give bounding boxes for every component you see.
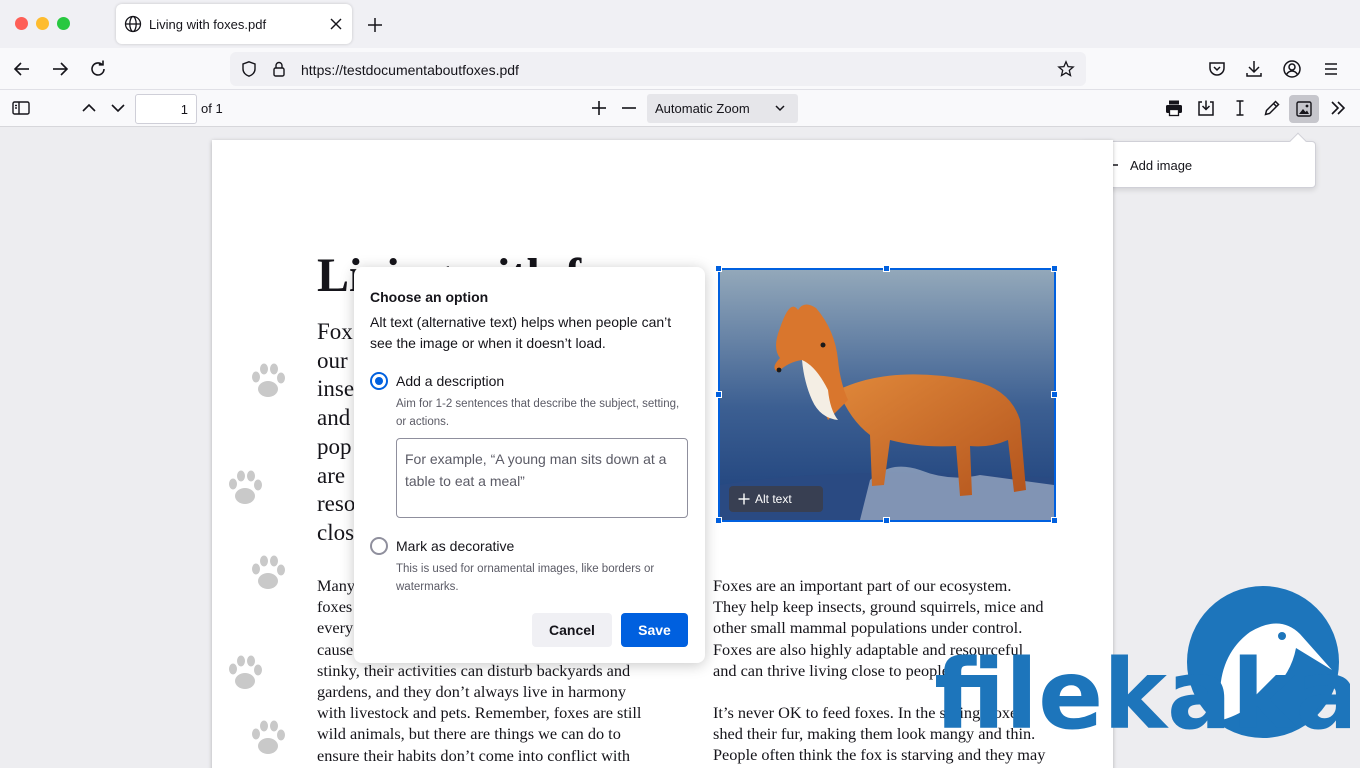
zoom-in-icon[interactable] (589, 98, 609, 118)
resize-handle[interactable] (1051, 265, 1058, 272)
resize-handle[interactable] (1051, 517, 1058, 524)
add-description-radio[interactable] (370, 372, 388, 390)
page-count: of 1 (201, 101, 223, 116)
resize-handle[interactable] (715, 265, 722, 272)
text-line: gardens, and they don’t always live in h… (317, 682, 626, 702)
alt-text-textarea[interactable]: For example, “A young man sits down at a… (396, 438, 688, 518)
image-icon (1296, 101, 1312, 117)
paw-print-icon (252, 720, 285, 754)
pocket-icon[interactable] (1205, 57, 1229, 81)
selected-image-frame[interactable]: Alt text (715, 265, 1058, 524)
add-description-label[interactable]: Add a description (396, 373, 504, 389)
resize-handle[interactable] (715, 517, 722, 524)
back-icon[interactable] (10, 57, 34, 81)
fox-image (720, 270, 1054, 520)
url-text[interactable]: https://testdocumentaboutfoxes.pdf (301, 62, 519, 78)
tab-strip: Living with foxes.pdf (0, 0, 1360, 48)
text-line: with livestock and pets. Remember, foxes… (317, 703, 642, 723)
add-image-label: Add image (1130, 158, 1193, 173)
lock-icon[interactable] (270, 60, 288, 78)
close-icon[interactable] (326, 14, 346, 34)
filekaka-watermark-logo: filekaka (934, 586, 1350, 751)
print-icon[interactable] (1164, 98, 1184, 118)
menu-icon[interactable] (1319, 57, 1343, 81)
forward-icon[interactable] (48, 57, 72, 81)
next-page-icon[interactable] (108, 98, 128, 118)
dialog-description: Alt text (alternative text) helps when p… (370, 314, 672, 351)
window-zoom-button[interactable] (57, 17, 70, 30)
new-tab-icon[interactable] (364, 14, 386, 36)
reload-icon[interactable] (86, 57, 110, 81)
downloads-icon[interactable] (1242, 57, 1266, 81)
resize-handle[interactable] (715, 391, 722, 398)
add-description-hint: Aim for 1-2 sentences that describe the … (396, 398, 680, 428)
cancel-button[interactable]: Cancel (532, 613, 612, 647)
save-download-icon[interactable] (1196, 98, 1216, 118)
chevron-down-icon (775, 105, 785, 112)
account-icon[interactable] (1280, 57, 1304, 81)
pdf-toolbar: 1 of 1 Automatic Zoom (0, 90, 1360, 127)
resize-handle[interactable] (883, 517, 890, 524)
text-cursor-icon[interactable] (1230, 98, 1250, 118)
window-close-button[interactable] (15, 17, 28, 30)
add-image-tool-button[interactable] (1289, 95, 1319, 123)
navigation-bar: https://testdocumentaboutfoxes.pdf (0, 48, 1360, 90)
tab-living-with-foxes[interactable]: Living with foxes.pdf (116, 4, 352, 44)
resize-handle[interactable] (883, 265, 890, 272)
window-minimize-button[interactable] (36, 17, 49, 30)
paw-print-icon (252, 363, 285, 397)
draw-pencil-icon[interactable] (1262, 98, 1282, 118)
sidebar-toggle-icon[interactable] (11, 98, 31, 118)
dialog-heading: Choose an option (370, 289, 489, 305)
alt-text-button-label: Alt text (755, 492, 792, 506)
plus-icon (738, 493, 750, 505)
text-line: wild animals, but there are things we ca… (317, 724, 621, 744)
previous-page-icon[interactable] (79, 98, 99, 118)
zoom-select[interactable]: Automatic Zoom (647, 94, 798, 123)
add-image-menu-item[interactable]: Add image (1082, 142, 1317, 189)
shield-icon[interactable] (240, 60, 258, 78)
save-button[interactable]: Save (621, 613, 688, 647)
watermark-text: filekaka (934, 639, 1350, 751)
paw-print-icon (229, 655, 262, 689)
zoom-out-icon[interactable] (619, 98, 639, 118)
add-image-menu: Add image (1081, 132, 1317, 189)
page-number-input[interactable]: 1 (135, 94, 197, 124)
more-tools-icon[interactable] (1328, 98, 1348, 118)
tab-title: Living with foxes.pdf (149, 17, 267, 32)
paw-print-icon (252, 555, 285, 589)
text-line: ensure their habits don’t come into conf… (317, 745, 631, 765)
globe-icon (124, 15, 142, 33)
alt-text-button[interactable]: Alt text (729, 486, 823, 512)
resize-handle[interactable] (1051, 391, 1058, 398)
url-bar[interactable]: https://testdocumentaboutfoxes.pdf (230, 52, 1086, 86)
mark-decorative-radio[interactable] (370, 537, 388, 555)
bookmark-star-icon[interactable] (1057, 60, 1075, 78)
paw-print-icon (229, 470, 262, 504)
mark-decorative-label[interactable]: Mark as decorative (396, 538, 514, 554)
zoom-select-value: Automatic Zoom (655, 101, 750, 116)
alt-text-dialog: Choose an option Alt text (alternative t… (354, 267, 705, 663)
mark-decorative-hint: This is used for ornamental images, like… (396, 563, 655, 593)
